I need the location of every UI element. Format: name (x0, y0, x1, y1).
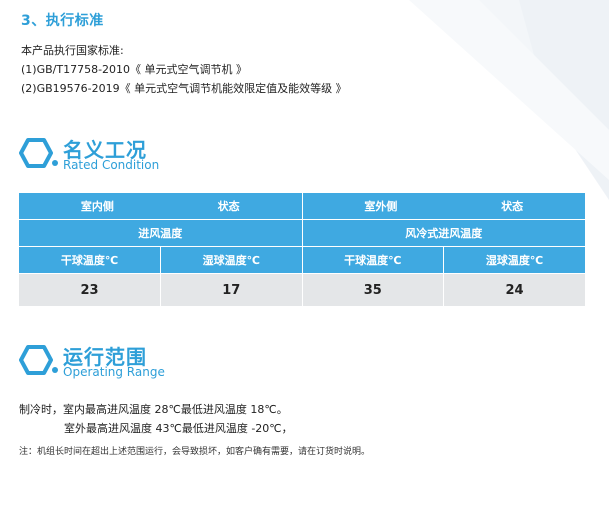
outdoor-side-header: 室外侧 状态 (301, 193, 585, 220)
standards-intro: 本产品执行国家标准: (21, 44, 124, 57)
table-value-cell: 23 (19, 273, 161, 306)
table-row: 干球温度℃ 湿球温度℃ 干球温度℃ 湿球温度℃ (19, 246, 585, 274)
operating-range-text: 制冷时，室内最高进风温度 28℃最低进风温度 18℃。 (19, 403, 288, 416)
table-header-cell: 湿球温度℃ (443, 246, 585, 274)
table-header-cell: 室外侧 (364, 200, 398, 213)
table-header-cell: 风冷式进风温度 (301, 219, 585, 247)
table-header-cell: 进风温度 (19, 219, 302, 247)
table-row: 室内侧 状态 室外侧 状态 (19, 193, 585, 220)
table-header-cell: 状态 (217, 200, 240, 213)
table-row: 进风温度 风冷式进风温度 (19, 219, 585, 247)
standard-item: (2)GB19576-2019《 单元式空气调节机能效限定值及能效等级 》 (21, 82, 347, 95)
standards-heading: 3、执行标准 (21, 13, 104, 29)
table-header-cell: 状态 (501, 200, 524, 213)
table-row: 23 17 35 24 (19, 273, 585, 306)
hexagon-icon (19, 138, 53, 168)
standard-item: (1)GB/T17758-2010《 单元式空气调节机 》 (21, 63, 248, 76)
section-title-en: Rated Condition (63, 158, 160, 172)
table-header-cell: 干球温度℃ (19, 246, 161, 274)
table-header-cell: 湿球温度℃ (160, 246, 302, 274)
operating-range-note: 注：机组长时间在超出上述范围运行，会导致损坏，如客户确有需要，请在订货时说明。 (19, 447, 371, 457)
operating-range-text: 室外最高进风温度 43℃最低进风温度 -20℃， (64, 422, 293, 435)
table-value-cell: 17 (160, 273, 302, 306)
section-title-en: Operating Range (63, 365, 165, 379)
indoor-side-header: 室内侧 状态 (19, 193, 302, 220)
dot-icon (52, 367, 58, 373)
table-header-cell: 室内侧 (80, 200, 114, 213)
rated-condition-table: 室内侧 状态 室外侧 状态 进风温度 风冷式进风温度 干球温度℃ 湿球温度℃ 干… (19, 193, 585, 306)
hexagon-icon (19, 345, 53, 375)
table-header-cell: 干球温度℃ (301, 246, 444, 274)
table-value-cell: 35 (301, 273, 444, 306)
dot-icon (52, 160, 58, 166)
table-value-cell: 24 (443, 273, 585, 306)
